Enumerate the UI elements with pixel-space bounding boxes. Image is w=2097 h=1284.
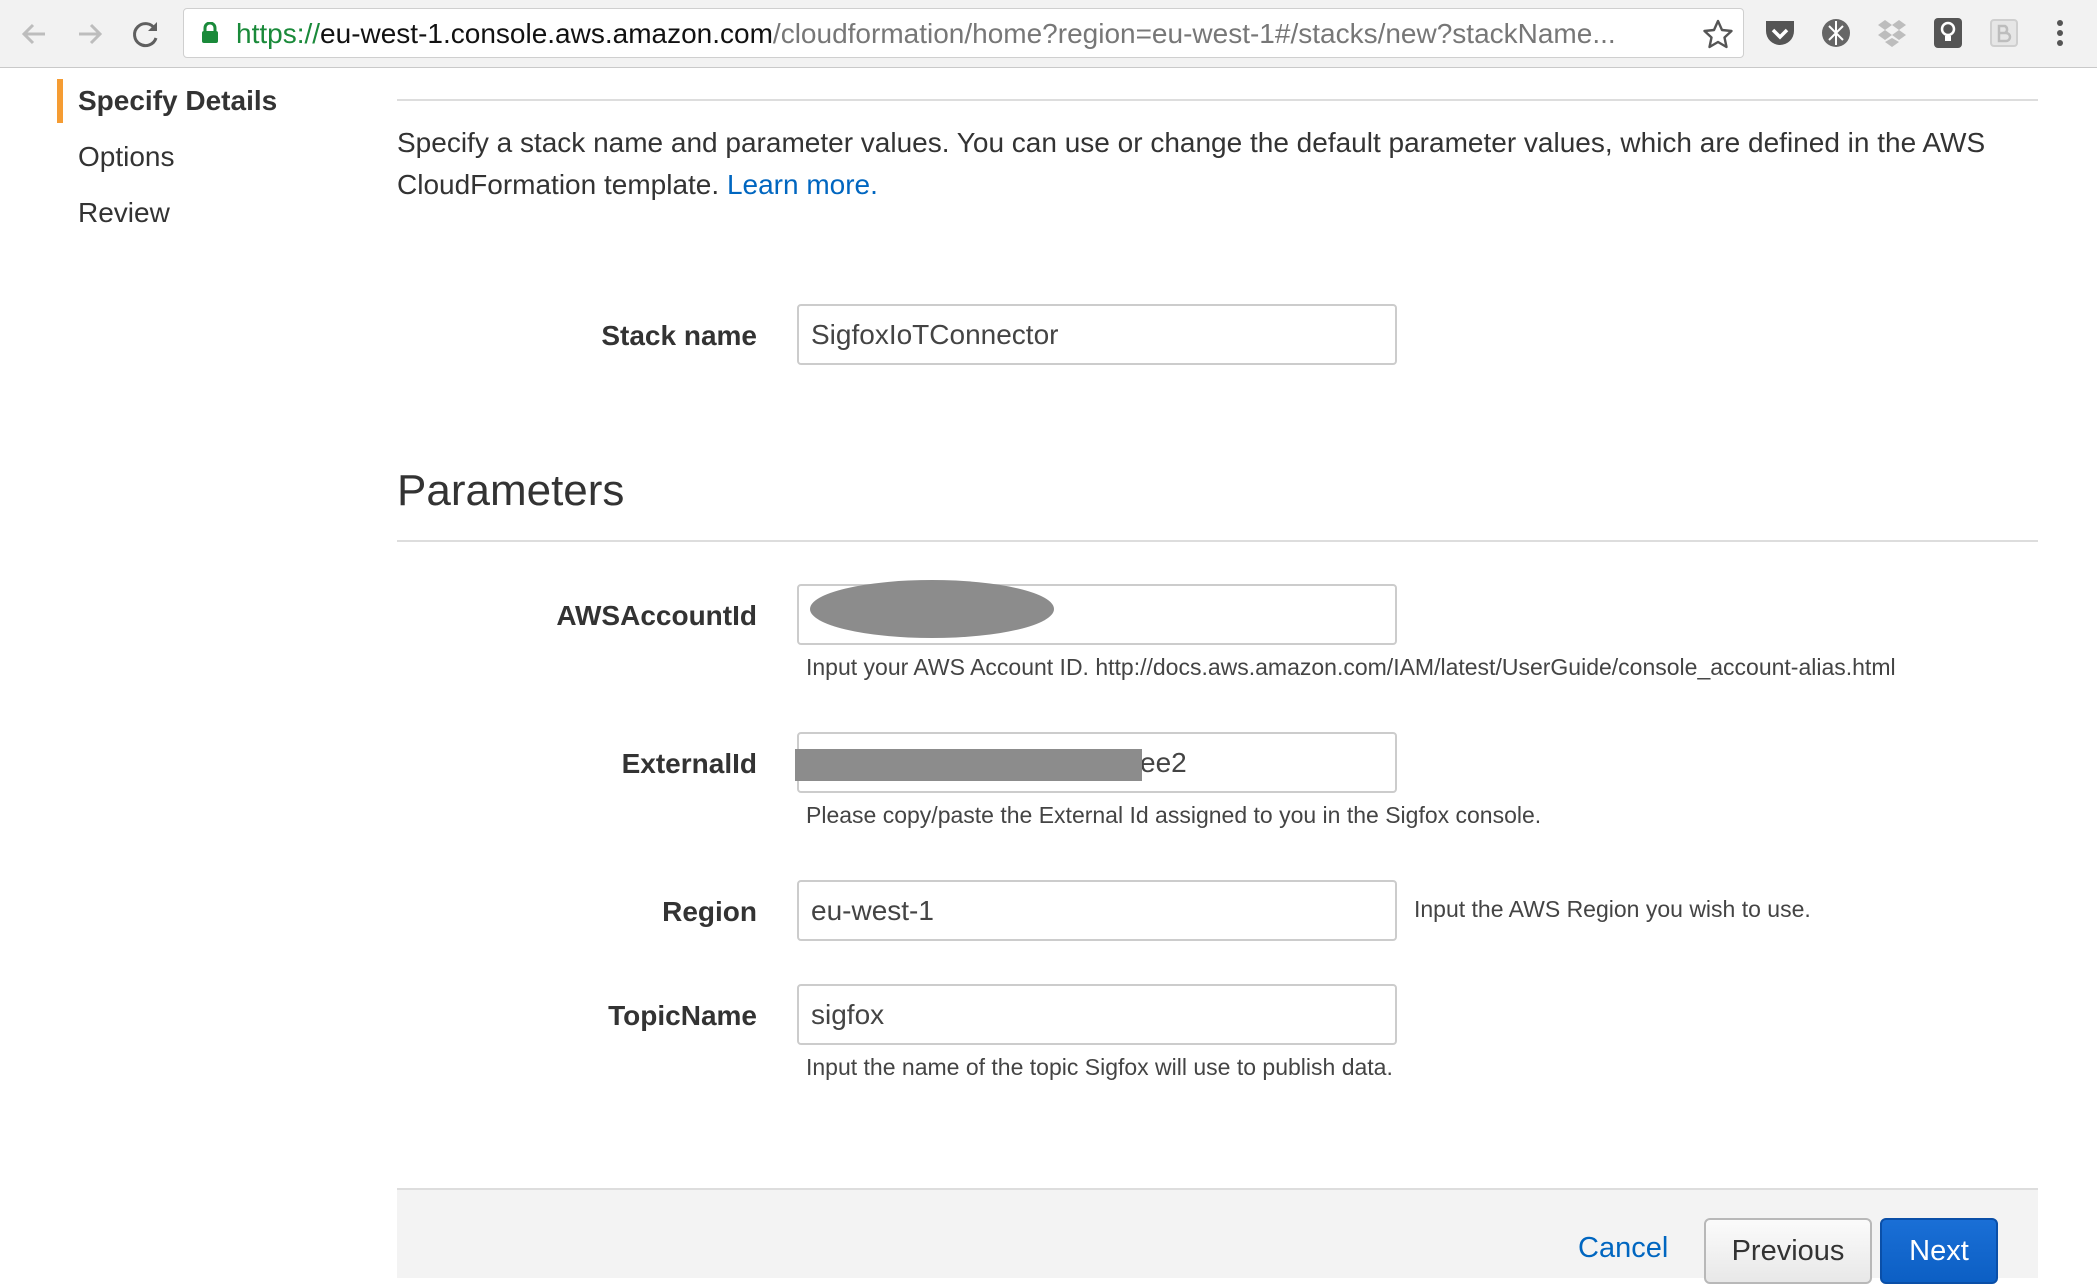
parameters-divider [397,540,2038,542]
url-host: eu-west-1.console.aws.amazon.com [320,18,773,49]
cancel-button[interactable]: Cancel [1578,1232,1668,1265]
next-button[interactable]: Next [1880,1218,1998,1284]
region-label: Region [662,896,757,927]
stack-name-label: Stack name [601,320,757,351]
url-text: https://eu-west-1.console.aws.amazon.com… [236,19,1616,49]
tracker-icon[interactable] [1818,15,1854,51]
reload-button[interactable] [122,10,170,58]
forward-button[interactable] [66,10,114,58]
wizard-step-options[interactable]: Options [78,140,175,174]
bookmark-star-icon[interactable] [1703,19,1733,49]
region-help: Input the AWS Region you wish to use. [1414,896,1811,922]
url-scheme: https:// [236,18,321,49]
wizard-step-specify-details[interactable]: Specify Details [78,84,277,118]
arrow-right-icon [79,23,103,45]
previous-button[interactable]: Previous [1704,1218,1872,1284]
kebab-menu-icon[interactable] [2042,15,2078,51]
reload-icon [133,22,158,48]
dropbox-icon[interactable] [1874,15,1910,51]
parameters-heading: Parameters [397,466,625,515]
stack-name-input[interactable] [797,304,1397,365]
header-divider [397,99,2038,101]
redaction-bar [795,749,1142,781]
url-path: /cloudformation/home?region=eu-west-1#/s… [772,18,1616,49]
wizard-step-review[interactable]: Review [78,196,170,230]
aws-account-id-help: Input your AWS Account ID. http://docs.a… [806,654,1896,680]
address-bar[interactable]: https://eu-west-1.console.aws.amazon.com… [183,8,1744,58]
back-button[interactable] [10,10,58,58]
external-id-help: Please copy/paste the External Id assign… [806,802,1542,828]
learn-more-link[interactable]: Learn more. [727,169,878,200]
intro-text: Specify a stack name and parameter value… [397,122,2037,206]
topic-name-help: Input the name of the topic Sigfox will … [806,1054,1393,1080]
reader-icon[interactable] [1986,15,2022,51]
topic-name-input[interactable] [797,984,1397,1045]
lightbulb-icon[interactable] [1930,15,1966,51]
browser-toolbar: https://eu-west-1.console.aws.amazon.com… [0,0,2097,68]
region-input[interactable] [797,880,1397,941]
intro-description: Specify a stack name and parameter value… [397,127,1986,200]
pocket-icon[interactable] [1762,15,1798,51]
active-step-marker [57,79,63,123]
lock-icon [202,22,218,43]
topic-name-label: TopicName [608,1000,757,1031]
redaction-mark [810,580,1054,638]
external-id-label: ExternalId [621,748,757,779]
arrow-left-icon [21,23,45,45]
aws-account-id-label: AWSAccountId [556,600,757,631]
